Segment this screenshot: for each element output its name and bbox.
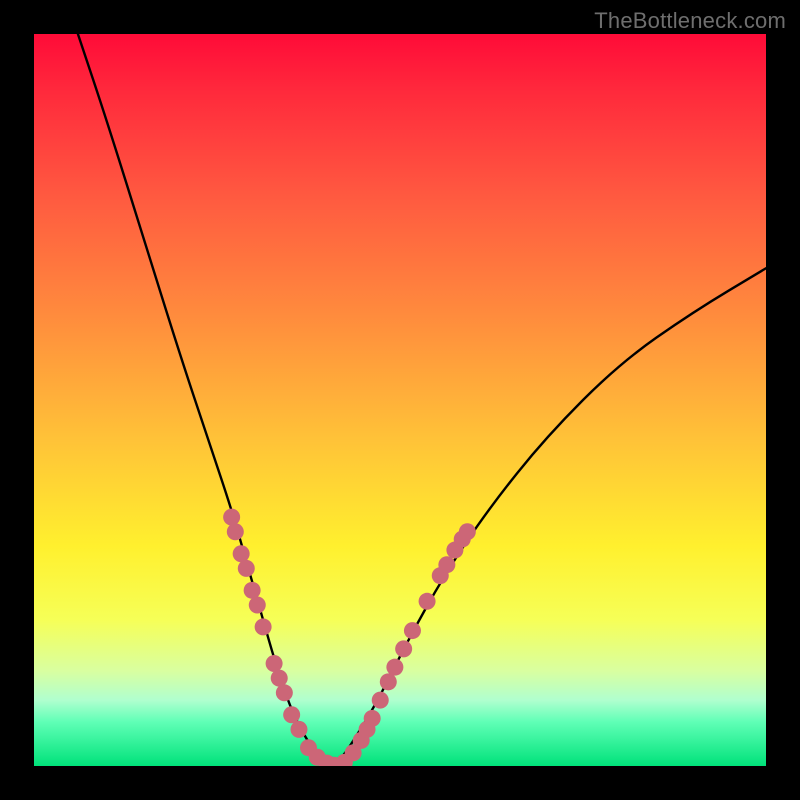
- marker-dot: [255, 618, 272, 635]
- marker-dot: [380, 673, 397, 690]
- marker-dot: [266, 655, 283, 672]
- marker-dot: [271, 670, 288, 687]
- marker-dot: [276, 684, 293, 701]
- marker-dot: [459, 523, 476, 540]
- bottleneck-curve: [78, 34, 766, 764]
- marker-dot: [419, 593, 436, 610]
- marker-dot: [404, 622, 421, 639]
- chart-frame: TheBottleneck.com: [0, 0, 800, 800]
- marker-dot: [372, 692, 389, 709]
- chart-svg: [34, 34, 766, 766]
- watermark-text: TheBottleneck.com: [594, 8, 786, 34]
- chart-plot-area: [34, 34, 766, 766]
- marker-dot: [244, 582, 261, 599]
- marker-dot: [283, 706, 300, 723]
- marker-dot: [233, 545, 250, 562]
- marker-dot: [364, 710, 381, 727]
- marker-dot: [438, 556, 455, 573]
- marker-dot: [386, 659, 403, 676]
- marker-dot: [223, 509, 240, 526]
- marker-dot: [249, 596, 266, 613]
- marker-dots: [223, 509, 476, 766]
- marker-dot: [395, 640, 412, 657]
- marker-dot: [290, 721, 307, 738]
- marker-dot: [227, 523, 244, 540]
- marker-dot: [238, 560, 255, 577]
